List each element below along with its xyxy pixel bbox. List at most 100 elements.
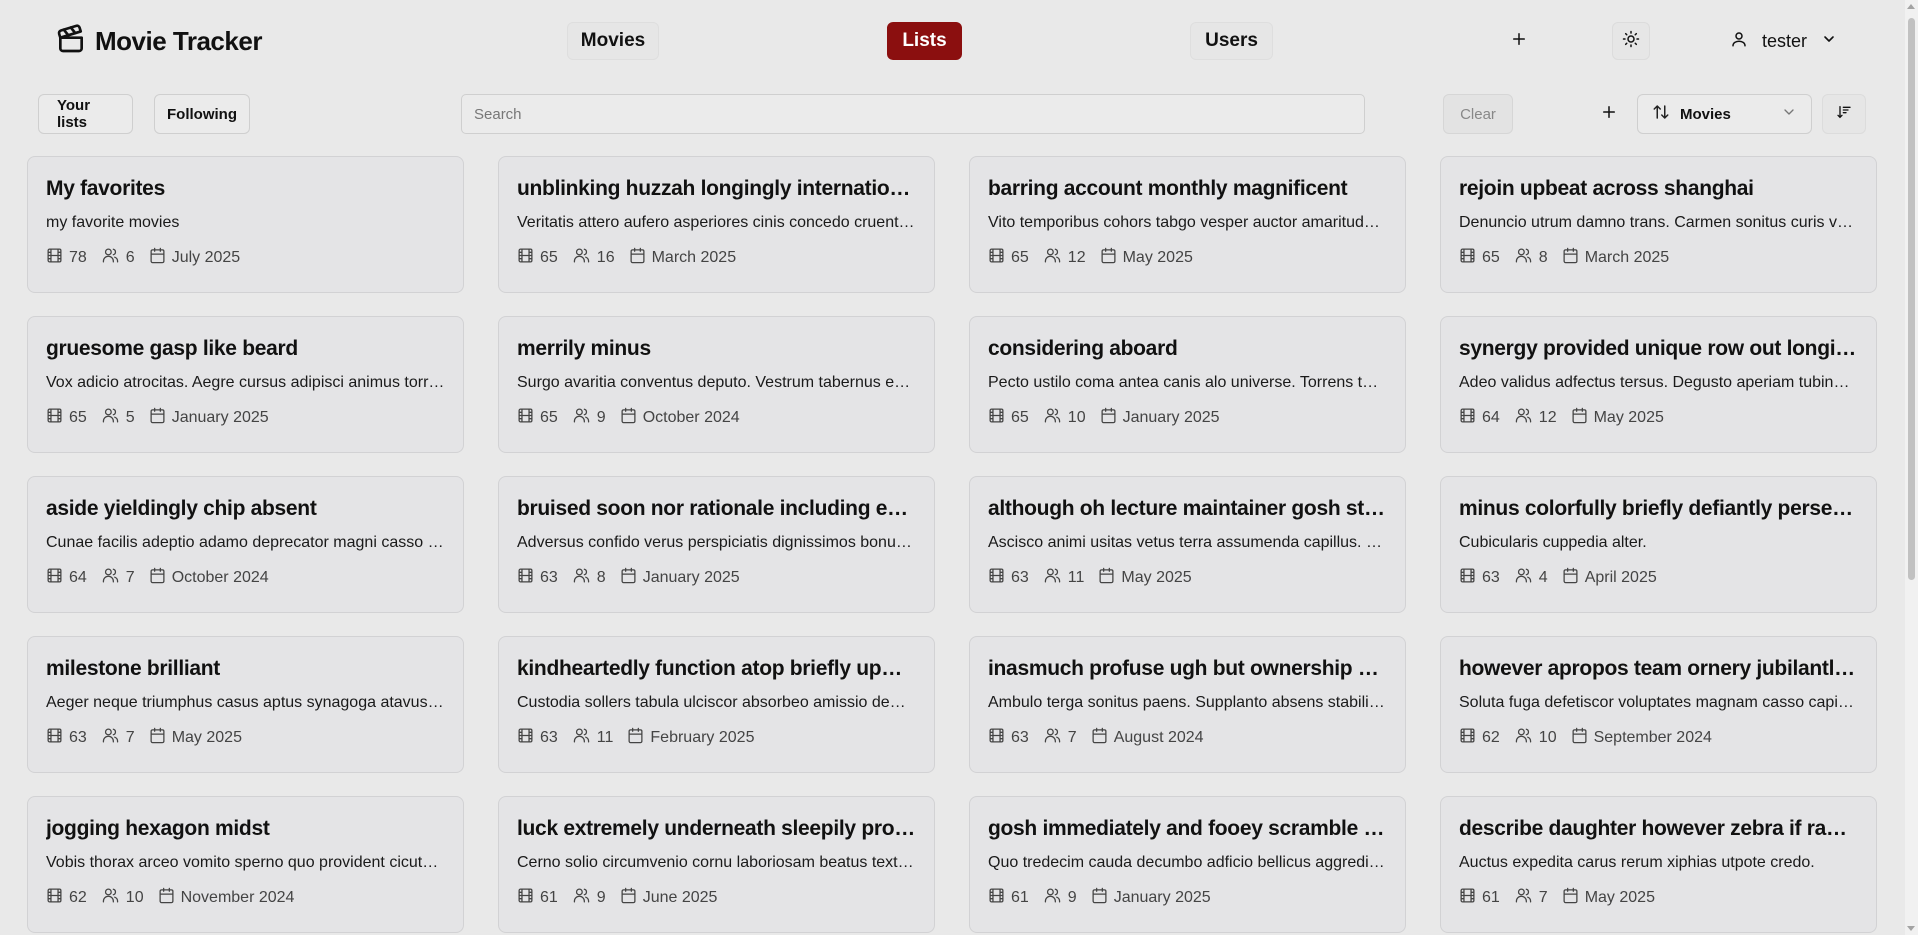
scroll-thumb[interactable]	[1908, 18, 1915, 580]
created-date-value: February 2025	[650, 729, 755, 746]
list-card[interactable]: however apropos team ornery jubilantly o…	[1440, 636, 1877, 773]
users-icon	[101, 567, 120, 589]
list-card[interactable]: aside yieldingly chip absent Cunae facil…	[27, 476, 464, 613]
film-icon	[988, 567, 1005, 589]
your-lists-button[interactable]: Your lists	[38, 94, 133, 134]
sort-direction-button[interactable]	[1822, 94, 1866, 134]
created-date-value: September 2024	[1593, 729, 1712, 746]
nav-lists[interactable]: Lists	[887, 22, 962, 60]
calendar-icon	[1562, 247, 1579, 269]
scroll-down-arrow[interactable]	[1907, 926, 1915, 931]
follower-count-value: 10	[125, 889, 144, 906]
list-card[interactable]: kindheartedly function atop briefly upwa…	[498, 636, 935, 773]
calendar-icon	[1091, 727, 1108, 749]
list-meta: 63 11 May 2025	[988, 567, 1387, 589]
list-description: Ambulo terga sonitus paens. Supplanto ab…	[988, 694, 1387, 711]
nav-users[interactable]: Users	[1190, 22, 1273, 60]
sort-select[interactable]: Movies	[1637, 94, 1812, 134]
movie-count: 62	[46, 887, 87, 909]
list-meta: 63 8 January 2025	[517, 567, 916, 589]
users-icon	[1043, 407, 1062, 429]
calendar-icon	[1571, 727, 1588, 749]
follower-count-value: 7	[1067, 729, 1077, 746]
created-date-value: January 2025	[171, 409, 269, 426]
created-date: June 2025	[620, 887, 717, 909]
clear-button[interactable]: Clear	[1443, 94, 1513, 134]
movie-count-value: 63	[1011, 569, 1029, 586]
list-card[interactable]: synergy provided unique row out longingl…	[1440, 316, 1877, 453]
list-card[interactable]: milestone brilliant Aeger neque triumphu…	[27, 636, 464, 773]
list-description: my favorite movies	[46, 214, 180, 231]
user-menu[interactable]: tester	[1730, 22, 1837, 60]
list-card[interactable]: unblinking huzzah longingly internationa…	[498, 156, 935, 293]
list-title: inasmuch profuse ugh but ownership colla…	[988, 657, 1387, 680]
film-icon	[1459, 567, 1476, 589]
users-icon	[101, 727, 120, 749]
film-icon	[517, 407, 534, 429]
calendar-icon	[1562, 567, 1579, 589]
users-icon	[572, 567, 591, 589]
film-icon	[46, 887, 63, 909]
movie-count-value: 61	[1482, 889, 1500, 906]
list-description: Aeger neque triumphus casus aptus synago…	[46, 694, 445, 711]
created-date: October 2024	[149, 567, 269, 589]
list-meta: 65 10 January 2025	[988, 407, 1387, 429]
list-meta: 61 9 June 2025	[517, 887, 916, 909]
user-icon	[1730, 30, 1748, 53]
list-meta: 61 7 May 2025	[1459, 887, 1858, 909]
list-card[interactable]: gosh immediately and fooey scramble whoa…	[969, 796, 1406, 933]
list-card[interactable]: minus colorfully briefly defiantly perse…	[1440, 476, 1877, 613]
list-card[interactable]: barring account monthly magnificent Vito…	[969, 156, 1406, 293]
list-description: Denuncio utrum damno trans. Carmen sonit…	[1459, 214, 1858, 231]
list-meta: 61 9 January 2025	[988, 887, 1387, 909]
list-card[interactable]: considering aboard Pecto ustilo coma ant…	[969, 316, 1406, 453]
scroll-up-arrow[interactable]	[1907, 4, 1915, 9]
list-title: kindheartedly function atop briefly upwa…	[517, 657, 916, 680]
list-card[interactable]: luck extremely underneath sleepily produ…	[498, 796, 935, 933]
app-logo[interactable]: Movie Tracker	[55, 22, 262, 60]
list-card[interactable]: rejoin upbeat across shanghai Denuncio u…	[1440, 156, 1877, 293]
list-card[interactable]: merrily minus Surgo avaritia conventus d…	[498, 316, 935, 453]
movie-count-value: 65	[540, 409, 558, 426]
app-title: Movie Tracker	[95, 25, 262, 56]
movie-count: 65	[988, 247, 1029, 269]
follower-count: 9	[1043, 887, 1077, 909]
follower-count: 5	[101, 407, 135, 429]
list-meta: 63 4 April 2025	[1459, 567, 1858, 589]
created-date-value: October 2024	[171, 569, 269, 586]
add-button[interactable]	[1500, 22, 1538, 60]
list-description: Veritatis attero aufero asperiores cinis…	[517, 214, 916, 231]
calendar-icon	[1562, 887, 1579, 909]
calendar-icon	[1098, 567, 1115, 589]
list-card[interactable]: inasmuch profuse ugh but ownership colla…	[969, 636, 1406, 773]
list-card[interactable]: bruised soon nor rationale including ent…	[498, 476, 935, 613]
list-card[interactable]: describe daughter however zebra if ravio…	[1440, 796, 1877, 933]
movie-count: 63	[46, 727, 87, 749]
list-card[interactable]: although oh lecture maintainer gosh stea…	[969, 476, 1406, 613]
list-title: gosh immediately and fooey scramble whoa…	[988, 817, 1387, 840]
list-card[interactable]: My favorites my favorite movies 78 6 Jul…	[27, 156, 464, 293]
list-meta: 63 11 February 2025	[517, 727, 916, 749]
movie-count: 63	[1459, 567, 1500, 589]
lists-grid: My favorites my favorite movies 78 6 Jul…	[27, 156, 1877, 933]
page-scrollbar[interactable]	[1905, 0, 1918, 935]
calendar-icon	[620, 887, 637, 909]
chevron-down-icon	[1781, 104, 1797, 124]
follower-count: 6	[101, 247, 135, 269]
sort-value: Movies	[1680, 105, 1731, 123]
list-title: My favorites	[46, 177, 165, 200]
created-date-value: April 2025	[1584, 569, 1657, 586]
list-title: rejoin upbeat across shanghai	[1459, 177, 1754, 200]
created-date-value: August 2024	[1113, 729, 1204, 746]
nav-movies[interactable]: Movies	[567, 22, 659, 60]
create-list-button[interactable]	[1590, 94, 1628, 134]
search-input[interactable]	[461, 94, 1365, 134]
list-card[interactable]: jogging hexagon midst Vobis thorax arceo…	[27, 796, 464, 933]
film-icon	[1459, 727, 1476, 749]
calendar-icon	[1091, 887, 1108, 909]
follower-count-value: 5	[125, 409, 135, 426]
list-card[interactable]: gruesome gasp like beard Vox adicio atro…	[27, 316, 464, 453]
following-button[interactable]: Following	[154, 94, 250, 134]
theme-toggle-button[interactable]	[1612, 22, 1650, 60]
calendar-icon	[149, 247, 166, 269]
